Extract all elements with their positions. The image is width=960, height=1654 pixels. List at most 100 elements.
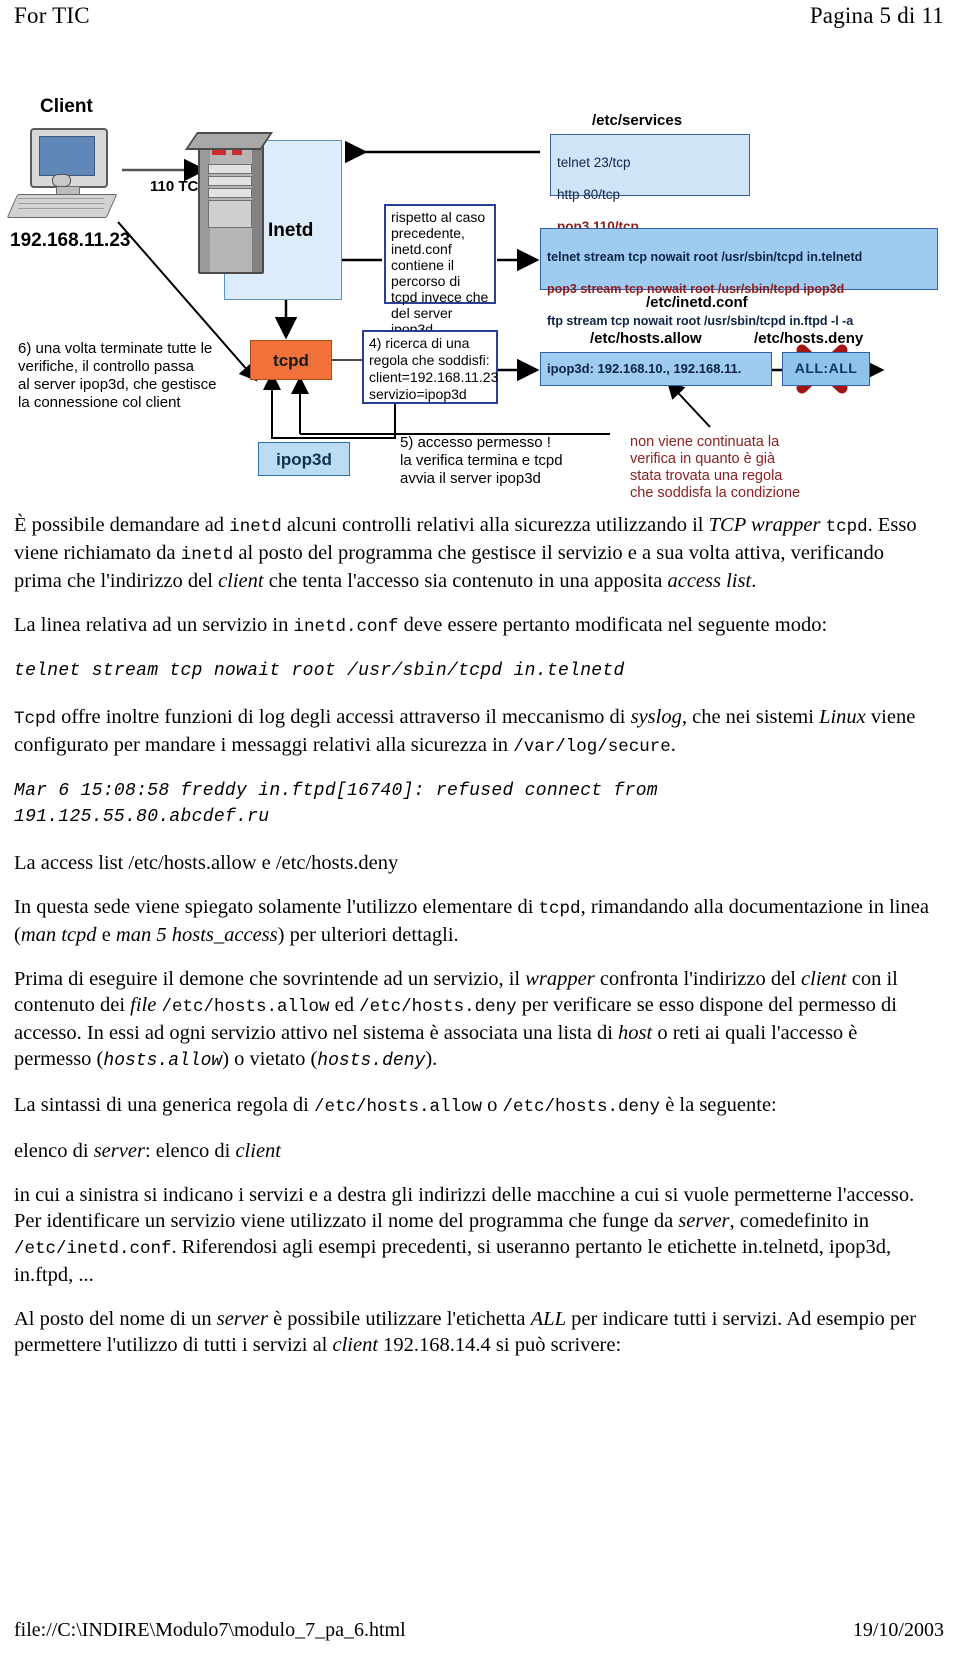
p6-a: La sintassi di una generica regola di	[14, 1094, 314, 1116]
paragraph-doc-reference: In questa sede viene spiegato solamente …	[14, 894, 932, 948]
p2-a: La linea relativa ad un servizio in	[14, 614, 294, 636]
footer-file-path: file://C:\INDIRE\Modulo7\modulo_7_pa_6.h…	[14, 1619, 406, 1641]
p3-code-varlogsecure: /var/log/secure	[513, 737, 671, 757]
p4-code-tcpd: tcpd	[538, 899, 581, 919]
running-header-left: For TIC	[14, 3, 90, 28]
tcp-wrapper-diagram: Client 192.168.11.23 110 TCP Inetd /etc/…	[6, 82, 940, 501]
ipop3d-box: ipop3d	[258, 442, 350, 476]
p1-i-accesslist: access list	[667, 570, 752, 592]
paragraph-syslog: Tcpd offre inoltre funzioni di log degli…	[14, 704, 932, 760]
paragraph-wrapper-check: Prima di eseguire il demone che sovrinte…	[14, 966, 932, 1074]
p1-code-inetd: inetd	[229, 517, 282, 537]
hosts-allow-title: /etc/hosts.allow	[590, 330, 702, 347]
hosts-allow-box: ipop3d: 192.168.10., 192.168.11.	[540, 352, 772, 386]
p9-i-server: server	[216, 1308, 268, 1330]
p2-code-inetdconf: inetd.conf	[293, 617, 399, 637]
hosts-deny-box: ALL:ALL	[782, 352, 870, 386]
p3-i-syslog: syslog	[630, 706, 682, 728]
p8-b: , comedefinito in	[729, 1210, 870, 1232]
p9-a: Al posto del nome di un	[14, 1308, 217, 1330]
paragraph-syntax-form: elenco di server: elenco di client	[14, 1138, 932, 1164]
services-title: /etc/services	[592, 112, 683, 129]
paragraph-tcp-wrapper: È possibile demandare ad inetd alcuni co…	[14, 512, 932, 594]
paragraph-all-label: Al posto del nome di un server è possibi…	[14, 1306, 932, 1358]
p7-i-client: client	[235, 1140, 281, 1162]
p9-i-client: client	[332, 1334, 379, 1356]
paragraph-syntax-explain: in cui a sinistra si indicano i servizi …	[14, 1182, 932, 1288]
running-header-right: Pagina 5 di 11	[809, 3, 944, 28]
p4-a: In questa sede viene spiegato solamente …	[14, 896, 539, 918]
p9-d: 192.168.14.4 si può scrivere:	[378, 1334, 622, 1356]
heading-access-list: La access list /etc/hosts.allow e /etc/h…	[14, 852, 399, 874]
code-log-sample: Mar 6 15:08:58 freddy in.ftpd[16740]: re…	[14, 781, 658, 827]
p5-code-hostsdeny-2: hosts.deny	[317, 1051, 426, 1071]
p1-i-client: client	[218, 570, 264, 592]
document-body: È possibile demandare ad inetd alcuni co…	[14, 512, 932, 1376]
code-telnet-line: telnet stream tcp nowait root /usr/sbin/…	[14, 661, 625, 681]
p5-i-host: host	[618, 1022, 653, 1044]
client-label: Client	[40, 96, 93, 117]
p1-a: È possibile demandare ad	[14, 514, 230, 536]
p9-i-all: ALL	[530, 1308, 566, 1330]
paragraph-line-inetdconf: La linea relativa ad un servizio in inet…	[14, 612, 932, 640]
client-mouse-icon	[52, 174, 71, 187]
services-line-1: telnet 23/tcp	[557, 155, 631, 170]
p5-i-file: file	[130, 994, 157, 1016]
p1-code-inetd-2: inetd	[180, 545, 234, 565]
p5-code-hostsallow: /etc/hosts.allow	[161, 997, 330, 1017]
note-step5-text: 5) accesso permesso ! la verifica termin…	[400, 434, 563, 487]
note-step4-box: 4) ricerca di una regola che soddisfi: c…	[362, 330, 498, 404]
client-ip-label: 192.168.11.23	[10, 230, 131, 251]
note-deny-text: non viene continuata la verifica in quan…	[630, 434, 801, 501]
p5-code-hostsdeny: /etc/hosts.deny	[359, 997, 517, 1017]
document-page: For TIC Pagina 5 di 11 Client 192.168.11…	[0, 0, 960, 1654]
p5-a: Prima di eseguire il demone che sovrinte…	[14, 968, 526, 990]
p5-h: ) o vietato (	[222, 1048, 318, 1070]
services-box: telnet 23/tcp http 80/tcp pop3 110/tcp	[550, 134, 750, 234]
p6-code-hostsallow: /etc/hosts.allow	[314, 1097, 483, 1117]
page-footer: file://C:\INDIRE\Modulo7\modulo_7_pa_6.h…	[14, 1618, 944, 1642]
p5-i-client: client	[801, 968, 847, 990]
p5-e: ed	[329, 994, 360, 1016]
p3-a: offre inoltre funzioni di log degli acce…	[56, 706, 631, 728]
note-step6-text: 6) una volta terminate tutte le verifich…	[18, 340, 217, 411]
p1-code-tcpd: tcpd	[825, 517, 868, 537]
client-keyboard-icon	[6, 194, 118, 218]
p5-b: confronta l'indirizzo del	[594, 968, 802, 990]
footer-date: 19/10/2003	[852, 1619, 944, 1641]
inetdconf-line-1: telnet stream tcp nowait root /usr/sbin/…	[547, 250, 863, 264]
p1-i-tcpwrapper: TCP wrapper	[708, 514, 821, 536]
inetd-label: Inetd	[268, 220, 314, 241]
p6-code-hostsdeny: /etc/hosts.deny	[502, 1097, 661, 1117]
server-tower-icon	[184, 132, 274, 274]
p4-i-man5: man 5 hosts_access	[115, 924, 278, 946]
p8-i-server: server	[678, 1210, 730, 1232]
p1-b: alcuni controlli relativi alla sicurezza…	[281, 514, 709, 536]
p6-c: è la seguente:	[660, 1094, 777, 1116]
p8-code-inetdconf: /etc/inetd.conf	[14, 1239, 172, 1259]
p3-code-tcpd: Tcpd	[14, 709, 57, 729]
p1-g: .	[751, 570, 757, 592]
p3-i-linux: Linux	[819, 706, 866, 728]
services-line-2: http 80/tcp	[557, 187, 621, 202]
inetdconf-line-3: ftp stream tcp nowait root /usr/sbin/tcp…	[547, 314, 854, 328]
p4-i-mantcpd: man tcpd	[20, 924, 97, 946]
p7-i-server: server	[93, 1140, 145, 1162]
inetdconf-title: /etc/inetd.conf	[646, 294, 748, 311]
p1-f: che tenta l'accesso sia contenuto in una…	[263, 570, 668, 592]
paragraph-syntax-intro: La sintassi di una generica regola di /e…	[14, 1092, 932, 1120]
note-inetdconf-box: rispetto al caso precedente, inetd.conf …	[384, 204, 496, 337]
p7-b: : elenco di	[144, 1140, 236, 1162]
p2-b: deve essere pertanto modificata nel segu…	[398, 614, 828, 636]
p9-b: è possibile utilizzare l'etichetta	[267, 1308, 531, 1330]
p5-i: ).	[425, 1048, 438, 1070]
inetdconf-box: telnet stream tcp nowait root /usr/sbin/…	[540, 228, 938, 328]
p4-c: e	[96, 924, 116, 946]
p6-b: o	[482, 1094, 503, 1116]
hosts-deny-title: /etc/hosts.deny	[754, 330, 864, 347]
p7-a: elenco di	[14, 1140, 94, 1162]
p5-code-hostsallow-2: hosts.allow	[103, 1051, 223, 1071]
p3-b: , che nei sistemi	[681, 706, 820, 728]
p4-d: ) per ulteriori dettagli.	[277, 924, 459, 946]
p3-d: .	[670, 734, 676, 756]
